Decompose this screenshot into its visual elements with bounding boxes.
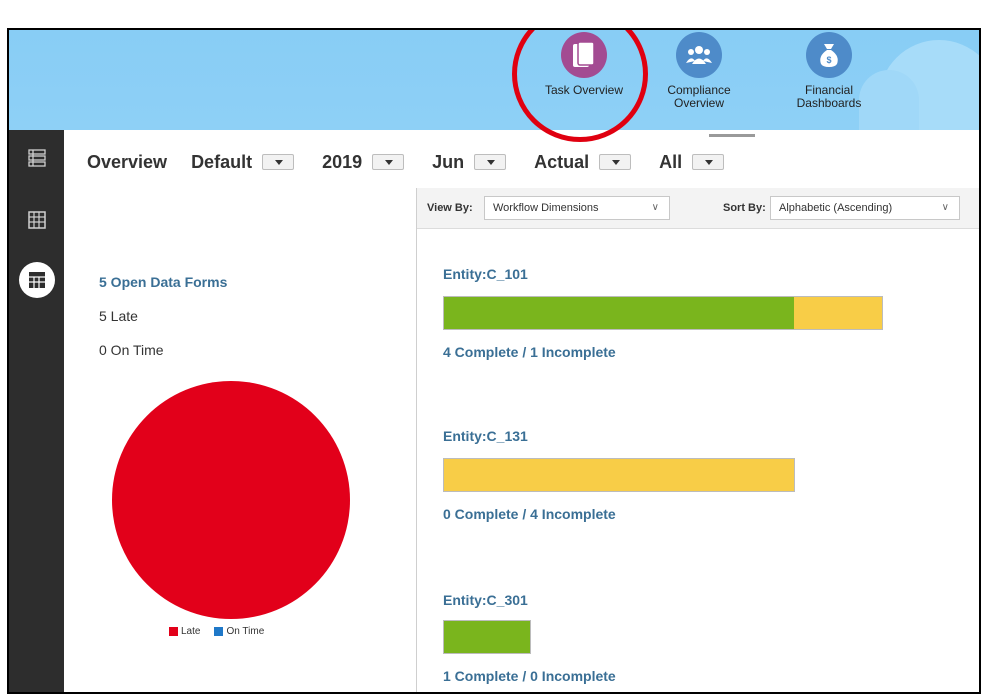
- nav-label: Task Overview: [544, 83, 624, 97]
- legend-item-late: Late: [169, 626, 200, 637]
- bar-segment-incomplete: [794, 297, 882, 329]
- active-indicator: [18, 262, 55, 298]
- nav-task-overview[interactable]: Task Overview: [534, 32, 634, 97]
- entity-card: Entity:C_301: [443, 592, 528, 608]
- view-by-select[interactable]: Workflow Dimensions ∨: [484, 196, 670, 220]
- nav-financial-dashboards[interactable]: $ Financial Dashboards: [784, 32, 874, 110]
- entity-card: Entity:C_131: [443, 428, 528, 444]
- view-by-label: View By:: [427, 202, 473, 214]
- compliance-people-icon: [676, 32, 722, 78]
- entity-status[interactable]: 1 Complete / 0 Incomplete: [443, 668, 616, 684]
- rail-grid-view-button[interactable]: [9, 262, 64, 298]
- pov-filter-bar: Overview Default 2019 Jun Actual All: [87, 150, 752, 174]
- legend-label: Late: [181, 626, 201, 637]
- nav-label: Compliance Overview: [667, 83, 731, 110]
- bar-segment-complete: [444, 621, 530, 653]
- pov-year-dropdown[interactable]: [372, 154, 405, 170]
- pov-entity-label: All: [659, 151, 683, 172]
- nav-label: Financial Dashboards: [796, 83, 862, 110]
- pov-period-dropdown[interactable]: [474, 154, 507, 170]
- pov-scenario-label: Default: [191, 151, 253, 172]
- sort-by-label: Sort By:: [723, 202, 766, 214]
- entity-title[interactable]: Entity:C_101: [443, 266, 528, 282]
- task-overview-icon: [561, 32, 607, 78]
- legend-item-on-time: On Time: [214, 626, 264, 637]
- list-icon: [27, 149, 46, 167]
- pov-entity-dropdown[interactable]: [692, 154, 725, 170]
- app-window: Task Overview Compliance Overview $ Fina…: [7, 28, 981, 694]
- grid-icon: [28, 272, 45, 288]
- legend-swatch-late: [169, 627, 178, 636]
- view-by-value: Workflow Dimensions: [493, 202, 599, 214]
- progress-bar[interactable]: [443, 620, 531, 654]
- progress-bar[interactable]: [443, 296, 883, 330]
- pov-scenario-type-dropdown[interactable]: [599, 154, 632, 170]
- nav-compliance-overview[interactable]: Compliance Overview: [654, 32, 744, 110]
- entity-title[interactable]: Entity:C_301: [443, 592, 528, 608]
- view-sort-bar: View By: Workflow Dimensions ∨ Sort By: …: [417, 188, 979, 229]
- chevron-down-icon: ∨: [651, 202, 659, 213]
- bar-segment-complete: [444, 297, 795, 329]
- top-banner: Task Overview Compliance Overview $ Fina…: [9, 30, 979, 130]
- status-pie-chart[interactable]: [111, 380, 351, 620]
- pie-slice-late[interactable]: [112, 381, 350, 619]
- pov-period-label: Jun: [432, 151, 465, 172]
- pov-scenario-type-label: Actual: [534, 151, 590, 172]
- pov-scenario-dropdown[interactable]: [262, 154, 295, 170]
- workflow-panel: View By: Workflow Dimensions ∨ Sort By: …: [416, 188, 981, 694]
- entity-status[interactable]: 4 Complete / 1 Incomplete: [443, 344, 616, 360]
- rail-list-view-button[interactable]: [9, 142, 64, 178]
- progress-bar[interactable]: [443, 458, 795, 492]
- horizontal-scrollbar[interactable]: [417, 693, 981, 694]
- on-time-count: 0 On Time: [99, 342, 164, 358]
- entity-card: Entity:C_101: [443, 266, 528, 282]
- rail-table-view-button[interactable]: [9, 202, 64, 238]
- page-title: Overview: [87, 151, 168, 172]
- entity-title[interactable]: Entity:C_131: [443, 428, 528, 444]
- left-rail: [9, 130, 64, 692]
- legend-swatch-on-time: [214, 627, 224, 636]
- table-icon: [27, 211, 46, 229]
- sort-by-select[interactable]: Alphabetic (Ascending) ∨: [770, 196, 960, 220]
- chevron-down-icon: ∨: [941, 202, 949, 213]
- late-count: 5 Late: [99, 308, 138, 324]
- legend-label: On Time: [226, 626, 265, 637]
- bar-segment-incomplete: [444, 459, 794, 491]
- pie-legend: Late On Time: [169, 626, 264, 637]
- entity-status[interactable]: 0 Complete / 4 Incomplete: [443, 506, 616, 522]
- carousel-indicator[interactable]: [709, 134, 755, 137]
- money-bag-icon: $: [806, 32, 852, 78]
- svg-text:$: $: [826, 55, 831, 65]
- pov-year-label: 2019: [322, 151, 363, 172]
- sort-by-value: Alphabetic (Ascending): [779, 202, 893, 214]
- open-data-forms-link[interactable]: 5 Open Data Forms: [99, 274, 227, 290]
